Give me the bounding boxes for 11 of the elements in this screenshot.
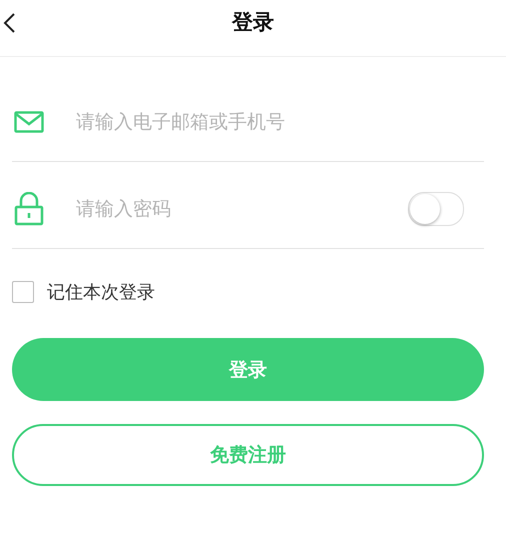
- remember-label: 记住本次登录: [47, 281, 155, 304]
- toggle-switch[interactable]: [408, 192, 464, 226]
- register-button[interactable]: 免费注册: [12, 424, 484, 486]
- account-field[interactable]: 请输入电子邮箱或手机号: [74, 110, 484, 134]
- lock-icon: [14, 192, 44, 226]
- envelope-icon: [14, 111, 44, 133]
- login-button[interactable]: 登录: [12, 338, 484, 401]
- password-field[interactable]: 请输入密码: [74, 197, 408, 221]
- page-title: 登录: [232, 9, 274, 36]
- back-icon[interactable]: [2, 12, 16, 34]
- checkbox[interactable]: [12, 281, 34, 303]
